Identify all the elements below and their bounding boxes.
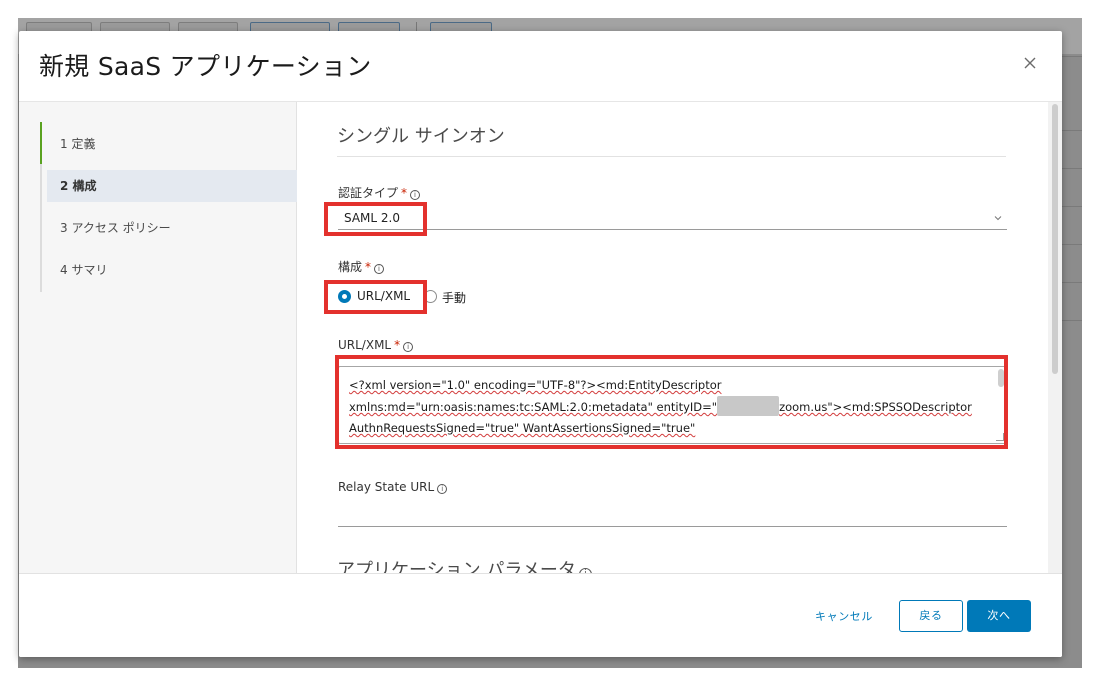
required-mark: * [365,260,372,274]
step-configuration[interactable]: 2 構成 [47,170,297,202]
relay-state-label: Relay State URL i [338,480,448,494]
radio-url-xml-label[interactable]: URL/XML [357,289,410,303]
section-title-sso: シングル サインオン [337,126,505,147]
radio-manual-label[interactable]: 手動 [442,289,466,306]
url-xml-textarea[interactable]: <?xml version="1.0" encoding="UTF-8"?><m… [338,366,1007,444]
xml-line-3: AuthnRequestsSigned="true" WantAssertion… [349,421,696,435]
wizard-stepper: 1 定義 2 構成 3 アクセス ポリシー 4 サマリ [19,102,297,574]
xml-line-1: <?xml version="1.0" encoding="UTF-8"?><m… [349,378,722,392]
redacted-block [717,396,780,416]
required-mark: * [401,186,408,200]
auth-type-select[interactable]: SAML 2.0 [338,206,1007,230]
auth-type-label-text: 認証タイプ [338,186,399,200]
textarea-scrollbar[interactable] [998,369,1004,387]
info-icon[interactable]: i [410,190,421,200]
app-params-title: アプリケーション パラメータ i [337,556,592,574]
url-xml-label-text: URL/XML [338,338,392,352]
info-icon[interactable]: i [437,484,448,494]
step-summary[interactable]: 4 サマリ [40,254,297,286]
config-label: 構成 * i [338,258,385,275]
new-saas-app-modal: 新規 SaaS アプリケーション 1 定義 2 構成 3 アクセス ポリシー 4… [19,31,1062,657]
step-definition[interactable]: 1 定義 [40,128,297,160]
textarea-resize-handle[interactable] [996,433,1004,441]
content-scrollbar[interactable] [1048,102,1062,574]
form-content: シングル サインオン 認証タイプ * i SAML 2.0 構成 * i URL/XML [298,102,1048,574]
xml-line: <?xml version="1.0" encoding="UTF-8"?><m… [349,375,996,396]
info-icon[interactable]: i [374,264,385,274]
app-params-title-text: アプリケーション パラメータ [337,560,576,574]
info-icon[interactable]: i [403,342,414,352]
relay-state-label-text: Relay State URL [338,480,435,494]
auth-type-label: 認証タイプ * i [338,184,421,201]
required-mark: * [394,338,401,352]
next-button[interactable]: 次へ [967,600,1031,632]
cancel-button[interactable]: キャンセル [815,608,873,624]
section-divider [337,156,1006,157]
radio-url-xml[interactable] [338,290,351,303]
chevron-down-icon [994,216,1002,221]
config-label-text: 構成 [338,260,363,274]
xml-line: xmlns:md="urn:oasis:names:tc:SAML:2.0:me… [349,396,996,418]
modal-title: 新規 SaaS アプリケーション [39,52,372,81]
step-access-policy[interactable]: 3 アクセス ポリシー [40,212,297,244]
radio-manual[interactable] [424,290,437,303]
auth-type-value: SAML 2.0 [344,211,400,225]
back-button[interactable]: 戻る [899,600,963,632]
modal-footer: キャンセル 戻る 次へ [19,573,1062,657]
close-icon[interactable] [1020,53,1040,73]
xml-line: AuthnRequestsSigned="true" WantAssertion… [349,418,996,439]
modal-body: 1 定義 2 構成 3 アクセス ポリシー 4 サマリ シングル サインオン 認… [19,101,1062,574]
xml-line-2b: zoom.us"><md:SPSSODescriptor [779,400,972,414]
relay-state-input[interactable] [338,505,1007,527]
xml-line-2a: xmlns:md="urn:oasis:names:tc:SAML:2.0:me… [349,400,718,414]
scrollbar-thumb[interactable] [1052,104,1058,374]
url-xml-label: URL/XML * i [338,338,414,352]
